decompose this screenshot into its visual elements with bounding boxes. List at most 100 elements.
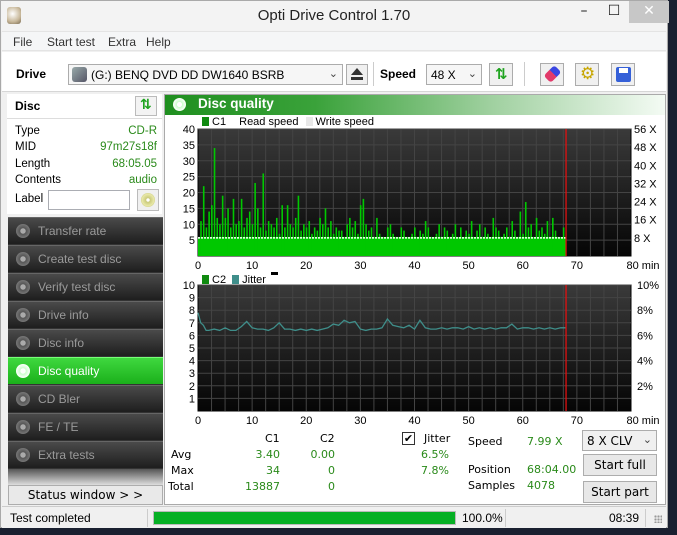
sidebar-item-create-test-disc[interactable]: Create test disc <box>8 245 163 272</box>
x-tick-label: 30 <box>354 260 366 272</box>
statusbar-divider <box>147 509 148 527</box>
window-title: Opti Drive Control 1.70 <box>257 7 411 24</box>
y-right-tick-label: 8% <box>637 305 653 317</box>
disc-length-value: 68:05.05 <box>112 158 157 170</box>
maximize-button[interactable]: ☐ <box>599 1 629 23</box>
toolbar-divider <box>373 62 374 86</box>
create-test-disc-icon <box>16 252 30 266</box>
status-text: Test completed <box>10 511 91 525</box>
disc-type-value: CD-R <box>128 125 157 137</box>
stats-max-label: Max <box>171 464 194 477</box>
x-tick-label: 50 <box>463 415 475 427</box>
speed-label: Speed <box>468 435 503 448</box>
save-button[interactable] <box>611 63 635 86</box>
x-tick-label: 60 <box>517 260 529 272</box>
sidebar-item-verify-test-disc[interactable]: Verify test disc <box>8 273 163 300</box>
status-window-button[interactable]: Status window > > <box>8 485 163 505</box>
x-tick-label: 70 <box>571 260 583 272</box>
sidebar-item-cd-bler[interactable]: CD Bler <box>8 385 163 412</box>
erase-button[interactable] <box>540 63 564 86</box>
y-tick-label: 10 <box>183 219 195 231</box>
status-bar: Test completed 100.0% 08:39 <box>2 506 666 528</box>
speed-label: Speed <box>380 67 417 81</box>
sidebar-item-label: Create test disc <box>38 252 122 266</box>
sidebar-item-label: Transfer rate <box>38 224 107 238</box>
stats-max-jitter: 7.8% <box>421 464 449 477</box>
y-tick-label: 2 <box>189 381 195 393</box>
x-tick-label: 20 <box>300 260 312 272</box>
drive-label: Drive <box>16 67 47 81</box>
toolbar: Drive (G:) BENQ DVD DD DW1640 BSRB ⌄ Spe… <box>2 52 666 92</box>
sidebar-item-drive-info[interactable]: Drive info <box>8 301 163 328</box>
test-speed-select[interactable]: 8 X CLV ⌄ <box>582 430 657 451</box>
y-right-tick-label: 48 X <box>634 142 657 154</box>
y-tick-label: 40 <box>183 125 195 136</box>
y-tick-label: 35 <box>183 140 195 152</box>
minimize-button[interactable]: – <box>569 1 599 23</box>
stats-header-c2: C2 <box>320 432 335 445</box>
x-tick-label: 70 <box>571 415 583 427</box>
refresh-speed-button[interactable] <box>489 63 513 86</box>
disc-header: Disc <box>7 94 162 119</box>
stats-avg-c2: 0.00 <box>310 448 336 461</box>
disc-refresh-button[interactable] <box>135 96 157 116</box>
y-tick-label: 15 <box>183 203 195 215</box>
progress-percent: 100.0% <box>462 511 503 525</box>
sidebar-item-extra-tests[interactable]: Extra tests <box>8 441 163 468</box>
drive-select[interactable]: (G:) BENQ DVD DD DW1640 BSRB ⌄ <box>68 64 343 85</box>
disc-quality-panel: Disc quality C1 Read speed Write speed C… <box>164 94 666 505</box>
stats-total-c2: 0 <box>328 480 335 493</box>
app-window: Opti Drive Control 1.70 – ☐ ✕ File Start… <box>0 0 669 528</box>
y-tick-label: 6 <box>189 330 195 342</box>
y-tick-label: 10 <box>183 281 195 292</box>
x-tick-label: 60 <box>517 415 529 427</box>
y-right-tick-label: 32 X <box>634 178 657 190</box>
close-button[interactable]: ✕ <box>629 1 669 23</box>
sidebar-item-fe-te[interactable]: FE / TE <box>8 413 163 440</box>
y-right-tick-label: 16 X <box>634 215 657 227</box>
x-tick-label: 40 <box>408 260 420 272</box>
sidebar-item-label: Extra tests <box>38 448 95 462</box>
toolbar-divider <box>524 62 525 86</box>
menu-help[interactable]: Help <box>146 35 171 49</box>
sidebar-item-disc-quality[interactable]: Disc quality <box>8 357 163 384</box>
menu-bar: File Start test Extra Help <box>2 31 666 51</box>
stats-max-c1: 34 <box>266 464 280 477</box>
disc-label-button[interactable] <box>137 189 159 211</box>
y-right-tick-label: 8 X <box>634 233 651 245</box>
start-full-button[interactable]: Start full <box>583 454 657 476</box>
stats-max-c2: 0 <box>328 464 335 477</box>
disc-length-key: Length <box>15 158 51 170</box>
x-tick-label: 20 <box>300 415 312 427</box>
jitter-checkbox-label: Jitter <box>424 432 451 445</box>
y-right-tick-label: 56 X <box>634 125 657 136</box>
menu-file[interactable]: File <box>13 35 32 49</box>
chevron-down-icon: ⌄ <box>467 68 477 80</box>
stats-avg-label: Avg <box>171 448 192 461</box>
y-right-tick-label: 6% <box>637 330 653 342</box>
jitter-checkbox[interactable]: ✔ <box>402 432 415 445</box>
disc-contents-value: audio <box>128 174 157 186</box>
eject-button[interactable] <box>346 64 368 85</box>
sidebar-item-transfer-rate[interactable]: Transfer rate <box>8 217 163 244</box>
disc-mid-value: 97m27s18f <box>100 141 157 153</box>
position-label: Position <box>468 463 511 476</box>
disc-label-input[interactable] <box>48 190 130 210</box>
resize-grip[interactable] <box>654 515 662 523</box>
y-right-tick-label: 10% <box>637 281 659 292</box>
extra-tests-icon <box>16 448 30 462</box>
statusbar-divider <box>645 509 646 527</box>
start-part-button[interactable]: Start part <box>583 481 657 503</box>
panel-title: Disc quality <box>198 96 274 111</box>
disc-quality-icon <box>16 364 30 378</box>
menu-extra[interactable]: Extra <box>108 35 136 49</box>
chevron-down-icon: ⌄ <box>642 433 652 446</box>
cd-bler-icon <box>16 392 30 406</box>
disc-info-icon <box>16 336 30 350</box>
menu-start-test[interactable]: Start test <box>47 35 95 49</box>
settings-button[interactable] <box>575 63 599 86</box>
speed-select[interactable]: 48 X ⌄ <box>426 64 482 85</box>
nav-footer <box>8 469 163 485</box>
y-tick-label: 3 <box>189 368 195 380</box>
sidebar-item-disc-info[interactable]: Disc info <box>8 329 163 356</box>
